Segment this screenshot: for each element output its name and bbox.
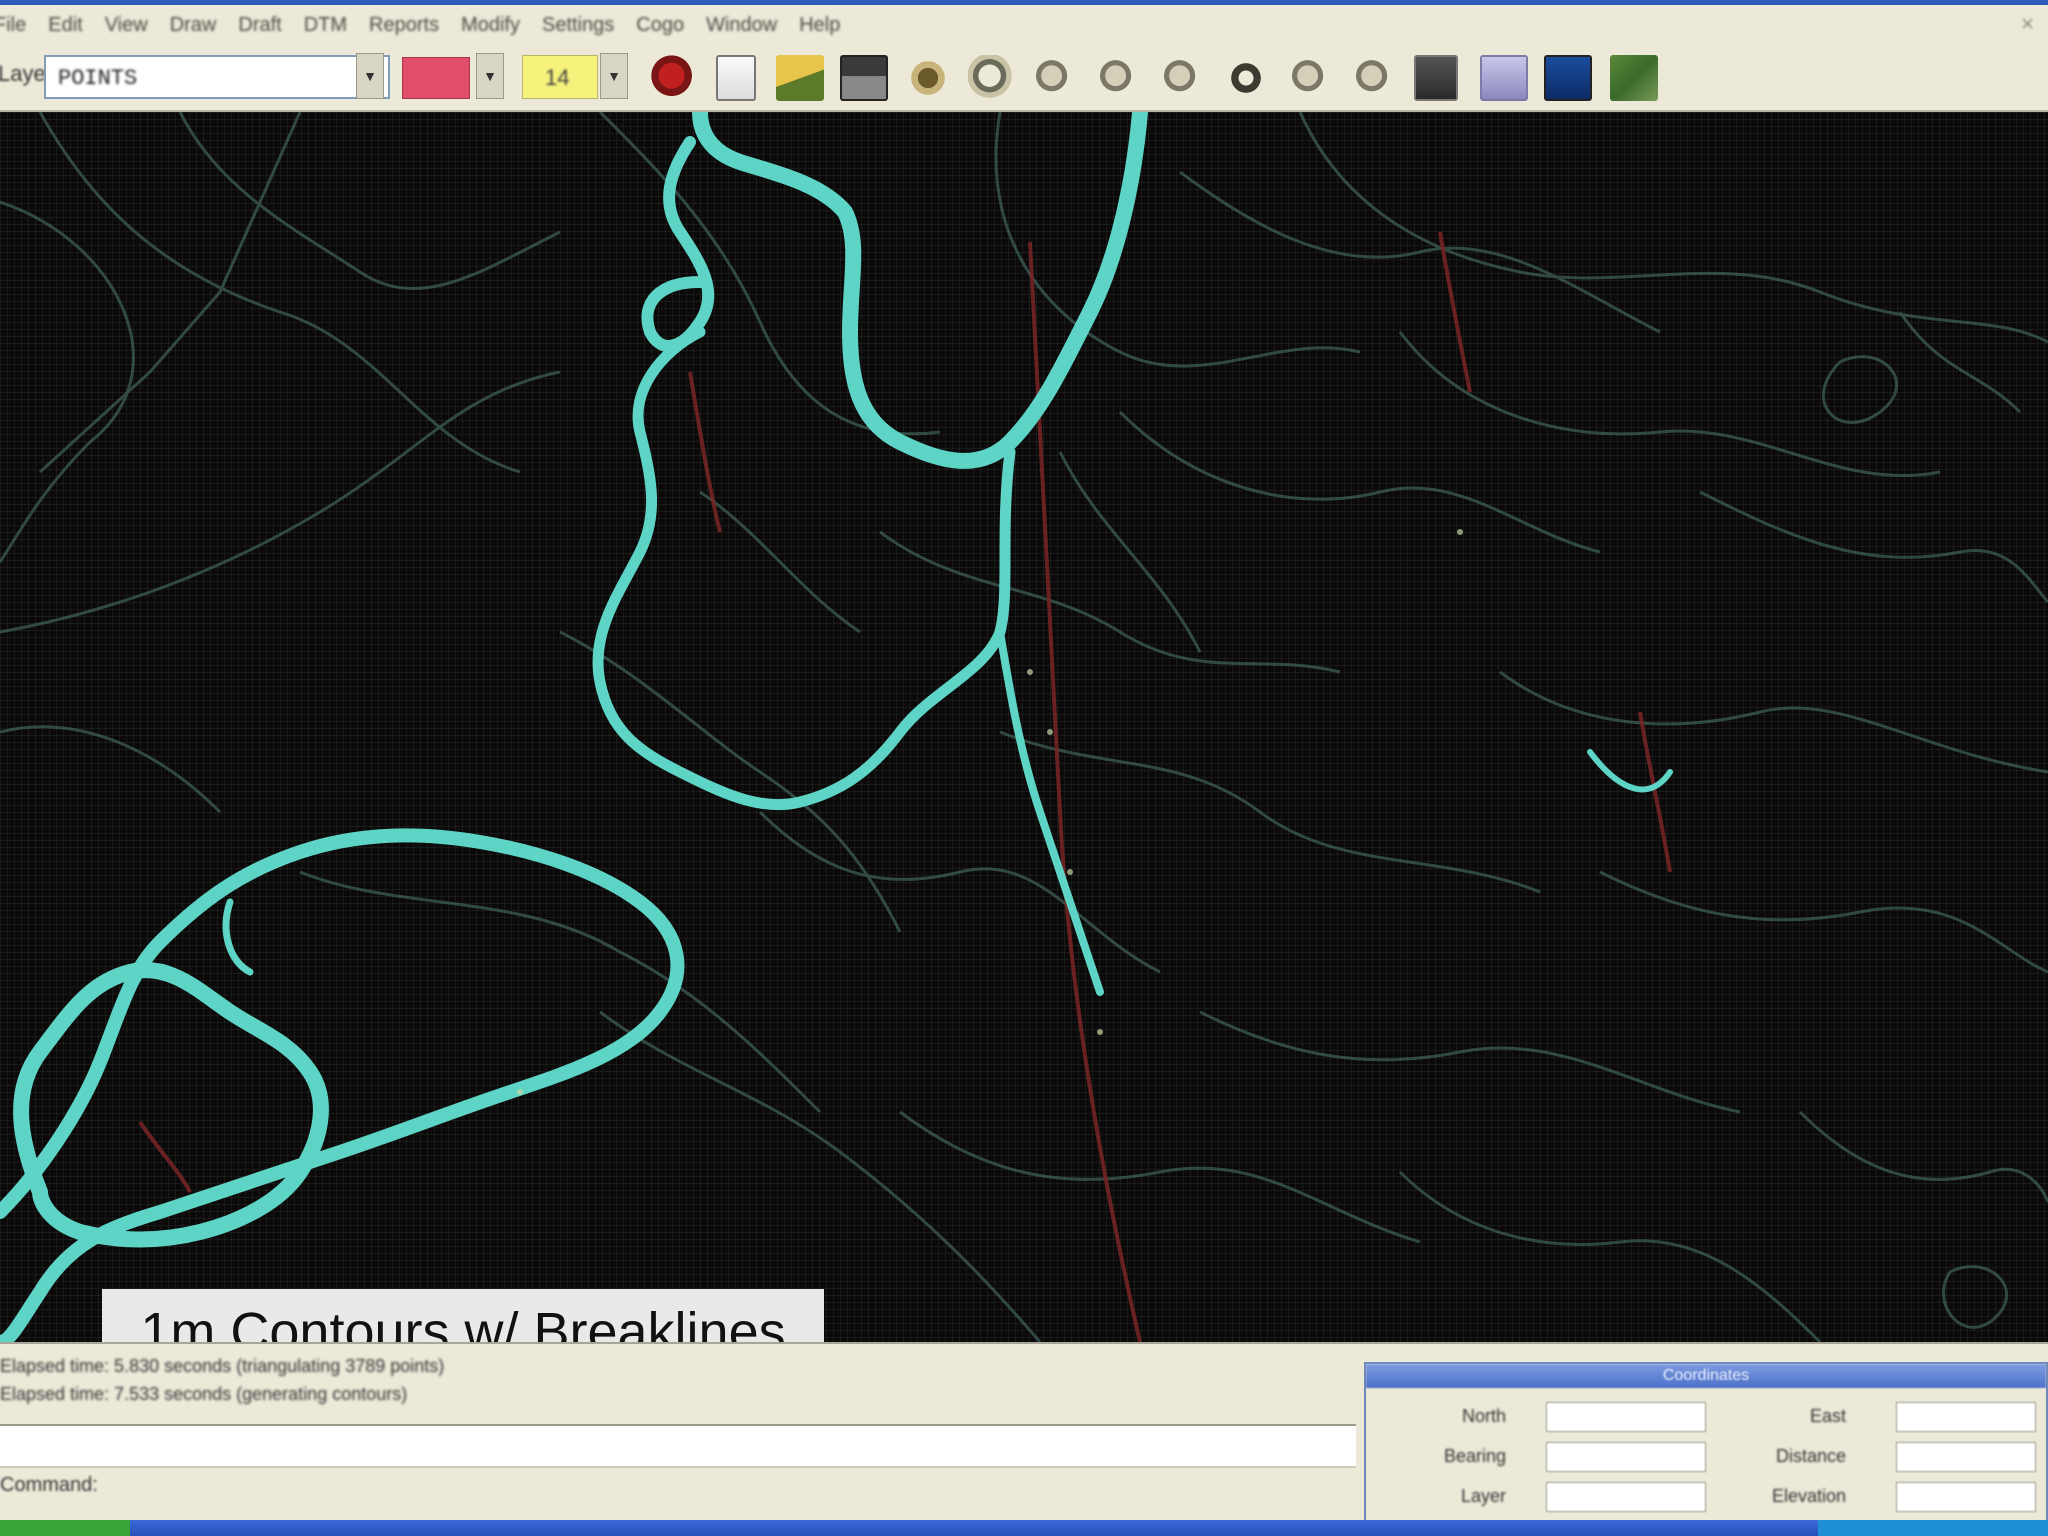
menu-cogo[interactable]: Cogo: [636, 14, 706, 37]
menu-bar: File Edit View Draw Draft DTM Reports Mo…: [0, 5, 2048, 45]
lineweight-select[interactable]: 14: [522, 55, 598, 99]
menu-draft[interactable]: Draft: [238, 14, 303, 37]
log-line: Elapsed time: 5.830 seconds (triangulati…: [0, 1356, 445, 1376]
menu-reports[interactable]: Reports: [369, 14, 461, 37]
menu-settings[interactable]: Settings: [542, 14, 636, 37]
layer-select[interactable]: POINTS: [44, 55, 390, 99]
lineweight-dropdown-arrow-icon[interactable]: ▼: [600, 53, 628, 99]
calculator-icon[interactable]: [1414, 55, 1458, 101]
save-icon[interactable]: [840, 55, 888, 101]
layer-coord-field[interactable]: [1546, 1482, 1706, 1512]
chart-icon[interactable]: [1480, 55, 1528, 101]
bearing-label: Bearing: [1443, 1446, 1506, 1466]
menu-view[interactable]: View: [105, 14, 170, 37]
coordinates-panel-title: Coordinates: [1366, 1364, 2046, 1388]
output-log: Elapsed time: 5.830 seconds (triangulati…: [0, 1352, 1356, 1424]
map-icon[interactable]: [1610, 55, 1658, 101]
zoom-all-icon[interactable]: [1350, 55, 1398, 101]
major-contours: [0, 112, 1673, 1342]
zoom-in-icon[interactable]: [1030, 55, 1078, 101]
layer-coord-label: Layer: [1460, 1486, 1506, 1506]
zoom-previous-icon[interactable]: [1158, 55, 1206, 101]
menu-dtm[interactable]: DTM: [304, 14, 369, 37]
elevation-field[interactable]: [1896, 1482, 2036, 1512]
command-input[interactable]: [0, 1424, 1356, 1468]
erase-icon[interactable]: [650, 55, 698, 101]
east-label: East: [1809, 1406, 1846, 1426]
menu-help[interactable]: Help: [799, 14, 862, 37]
distance-field[interactable]: [1896, 1442, 2036, 1472]
north-field[interactable]: [1546, 1402, 1706, 1432]
distance-label: Distance: [1775, 1446, 1846, 1466]
system-tray: [1818, 1520, 2048, 1536]
elevation-label: Elevation: [1771, 1486, 1846, 1506]
toolbar: Layer POINTS ▼ ▼ 14 ▼: [0, 45, 2048, 112]
bearing-field[interactable]: [1546, 1442, 1706, 1472]
log-line: Elapsed time: 7.533 seconds (generating …: [0, 1384, 408, 1404]
color-select[interactable]: [402, 57, 470, 99]
breaklines: [138, 231, 1672, 1342]
command-prompt: Command:: [0, 1474, 98, 1496]
menu-window[interactable]: Window: [706, 14, 799, 37]
taskbar: [0, 1520, 2048, 1536]
caption-text: 1m Contours w/ Breaklines: [140, 1302, 786, 1342]
zoom-out-icon[interactable]: [1094, 55, 1142, 101]
drawing-canvas[interactable]: 1m Contours w/ Breaklines: [0, 112, 2048, 1342]
start-button[interactable]: [0, 1520, 130, 1536]
layer-dropdown-arrow-icon[interactable]: ▼: [356, 53, 384, 99]
menu-edit[interactable]: Edit: [48, 14, 104, 37]
contour-map: [0, 112, 2048, 1342]
east-field[interactable]: [1896, 1402, 2036, 1432]
open-folder-icon[interactable]: [776, 55, 824, 101]
new-file-icon[interactable]: [716, 55, 756, 101]
redraw-icon[interactable]: [1222, 55, 1270, 101]
zoom-extents-icon[interactable]: [1286, 55, 1334, 101]
menu-draw[interactable]: Draw: [170, 14, 239, 37]
color-dropdown-arrow-icon[interactable]: ▼: [476, 53, 504, 99]
layer-value: POINTS: [58, 66, 138, 91]
pan-icon[interactable]: [904, 55, 952, 101]
north-label: North: [1461, 1406, 1506, 1426]
status-panel: Elapsed time: 5.830 seconds (triangulati…: [0, 1342, 2048, 1522]
menu-modify[interactable]: Modify: [461, 14, 542, 37]
menu-file[interactable]: File: [0, 14, 48, 37]
coordinates-panel: Coordinates North Bearing Layer East Dis…: [1364, 1362, 2048, 1522]
zoom-window-icon[interactable]: [968, 55, 1016, 101]
lineweight-value: 14: [545, 65, 570, 90]
slide-caption: 1m Contours w/ Breaklines: [102, 1289, 824, 1342]
monitor-icon[interactable]: [1544, 55, 1592, 101]
window-close-icon[interactable]: ×: [2021, 11, 2034, 37]
